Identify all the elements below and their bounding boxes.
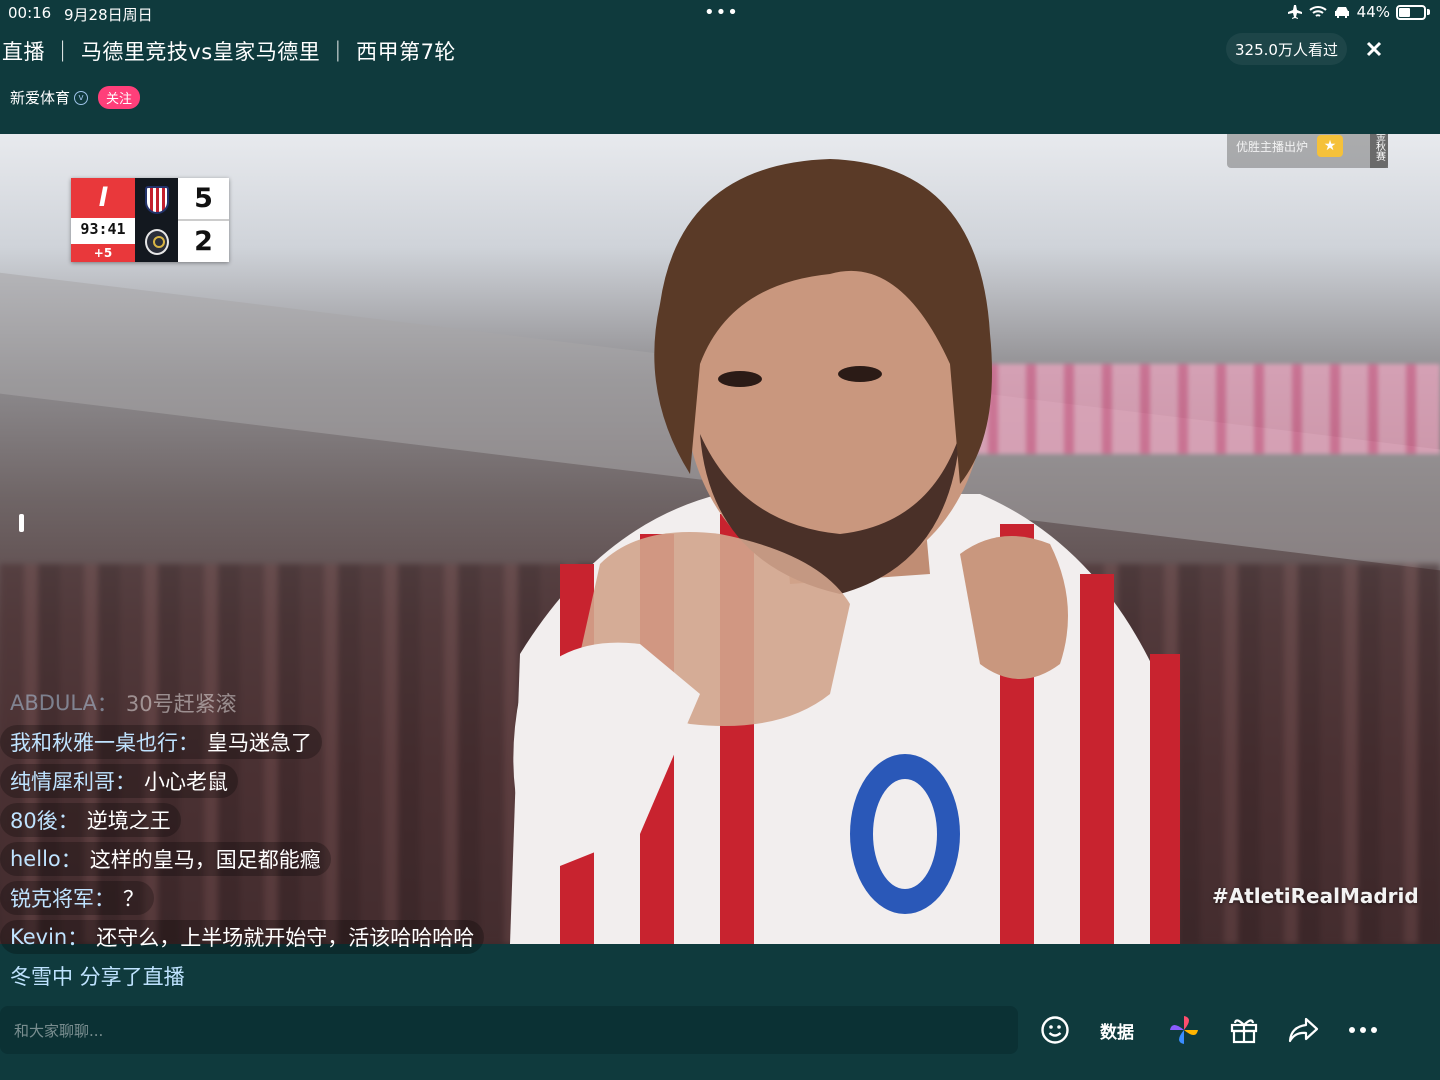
chat-message: Kevin： 还守么，上半场就开始守，活该哈哈哈哈 [0, 920, 700, 959]
match-clock: 93:41 [80, 220, 126, 238]
channel-info[interactable]: 新爱体育 v 关注 [10, 86, 141, 109]
promo-text: 优胜主播出炉 [1236, 139, 1309, 154]
chat-bubble: 我和秋雅一桌也行： 皇马迷急了 [0, 725, 322, 759]
chat-separator: ： [96, 692, 118, 716]
battery-percent: 44% [1356, 3, 1390, 21]
share-notice: 冬雪中 分享了直播 [10, 965, 185, 989]
scoreboard: ⅼ 93:41 +5 5 2 [71, 178, 229, 262]
chat-username[interactable]: ABDULA [10, 691, 97, 715]
chat-bubble: 80後： 逆境之王 [0, 803, 181, 837]
chat-message: ABDULA： 30号赶紧滚 [0, 686, 700, 725]
chat-separator: ： [94, 887, 115, 911]
chat-text: 还守么，上半场就开始守，活该哈哈哈哈 [96, 926, 475, 950]
chat-text: 30号赶紧滚 [125, 692, 237, 716]
chat-username[interactable]: 纯情犀利哥 [10, 766, 115, 796]
atletico-crest-icon [144, 185, 169, 214]
team-crests [135, 178, 178, 262]
away-score: 2 [194, 226, 213, 257]
star-icon: ★ [1317, 135, 1344, 157]
promo-tag: 金秋赛 [1370, 134, 1388, 168]
home-score: 5 [178, 178, 229, 221]
chat-text: 这样的皇马，国足都能瘾 [89, 848, 321, 872]
data-button[interactable]: 数据 [1100, 1018, 1134, 1043]
status-right: 44% [1287, 3, 1430, 21]
chat-list: ABDULA： 30号赶紧滚 我和秋雅一桌也行：皇马迷急了 纯情犀利哥：小心老鼠 80後… [0, 686, 700, 959]
chat-input[interactable]: 和大家聊聊... [0, 1006, 1018, 1054]
chat-bubble: ABDULA： 30号赶紧滚 [0, 686, 247, 720]
broadcast-hashtag: #AtletiRealMadrid [1212, 884, 1419, 908]
share-icon [1288, 1017, 1319, 1043]
promo-badge[interactable]: 优胜主播出炉 ★ 金秋赛 [1227, 134, 1388, 168]
chat-separator: ： [67, 926, 89, 950]
chat-username[interactable]: Kevin [10, 925, 67, 949]
chat-username[interactable]: 锐克将军 [10, 883, 94, 913]
multitask-dots[interactable]: ••• [704, 2, 739, 23]
chat-message: 我和秋雅一桌也行： 皇马迷急了 [0, 725, 700, 764]
close-button[interactable] [1356, 31, 1392, 67]
battery-tip [1427, 9, 1430, 15]
bottom-bar: 和大家聊聊... 数据 [0, 1006, 1440, 1054]
chat-separator: ： [60, 848, 82, 872]
laliga-logo: ⅼ [71, 178, 135, 218]
viewer-count: 325.0万人看过 [1226, 33, 1347, 65]
pinwheel-icon [1170, 1016, 1198, 1044]
chat-bubble: 锐克将军： ？ [0, 881, 154, 915]
channel-name[interactable]: 新爱体育 [10, 87, 70, 108]
side-drag-handle[interactable] [19, 514, 24, 532]
chat-text: ？ [123, 887, 144, 911]
close-icon [1366, 41, 1382, 57]
chat-message: 锐克将军： ？ [0, 881, 700, 920]
chat-separator: ： [57, 809, 79, 833]
chat-username[interactable]: 我和秋雅一桌也行 [10, 727, 178, 757]
status-time: 00:16 [8, 4, 52, 22]
wifi-icon [1308, 6, 1327, 17]
car-icon [1334, 7, 1349, 18]
follow-button[interactable]: 关注 [98, 86, 141, 109]
pinwheel-button[interactable] [1164, 1010, 1204, 1050]
chat-text: 皇马迷急了 [207, 731, 312, 755]
gift-button[interactable] [1224, 1010, 1264, 1050]
chat-username[interactable]: 80後 [10, 805, 58, 835]
chat-message: 纯情犀利哥： 小心老鼠 [0, 764, 700, 803]
chat-username[interactable]: hello [10, 847, 61, 871]
airplane-icon [1287, 5, 1302, 19]
emoji-icon [1041, 1016, 1069, 1044]
added-time: +5 [71, 244, 135, 262]
chat-bubble: 纯情犀利哥： 小心老鼠 [0, 764, 238, 798]
gift-icon [1230, 1019, 1258, 1044]
real-madrid-crest-icon [144, 228, 169, 255]
scores: 5 2 [178, 178, 229, 262]
stream-title: 直播 ｜ 马德里竞技vs皇家马德里 ｜ 西甲第7轮 [2, 40, 456, 64]
chat-text: 小心老鼠 [144, 770, 228, 794]
chat-message: 80後： 逆境之王 [0, 803, 700, 842]
chat-separator: ： [115, 770, 136, 794]
status-date: 9月28日周日 [64, 6, 153, 24]
more-icon [1349, 1027, 1377, 1033]
scoreboard-clock-panel: ⅼ 93:41 +5 [71, 178, 135, 262]
share-button[interactable] [1284, 1010, 1324, 1050]
chat-text: 逆境之王 [86, 809, 171, 833]
verified-icon: v [74, 90, 89, 105]
battery-icon [1396, 4, 1426, 20]
chat-bubble: hello： 这样的皇马，国足都能瘾 [0, 842, 331, 876]
chat-message: hello： 这样的皇马，国足都能瘾 [0, 842, 700, 881]
chat-separator: ： [178, 731, 199, 755]
status-bar: 00:16 9月28日周日 ••• 44% [0, 0, 1440, 26]
chat-bubble: Kevin： 还守么，上半场就开始守，活该哈哈哈哈 [0, 920, 485, 954]
more-button[interactable] [1343, 1010, 1383, 1050]
emoji-button[interactable] [1035, 1010, 1075, 1050]
